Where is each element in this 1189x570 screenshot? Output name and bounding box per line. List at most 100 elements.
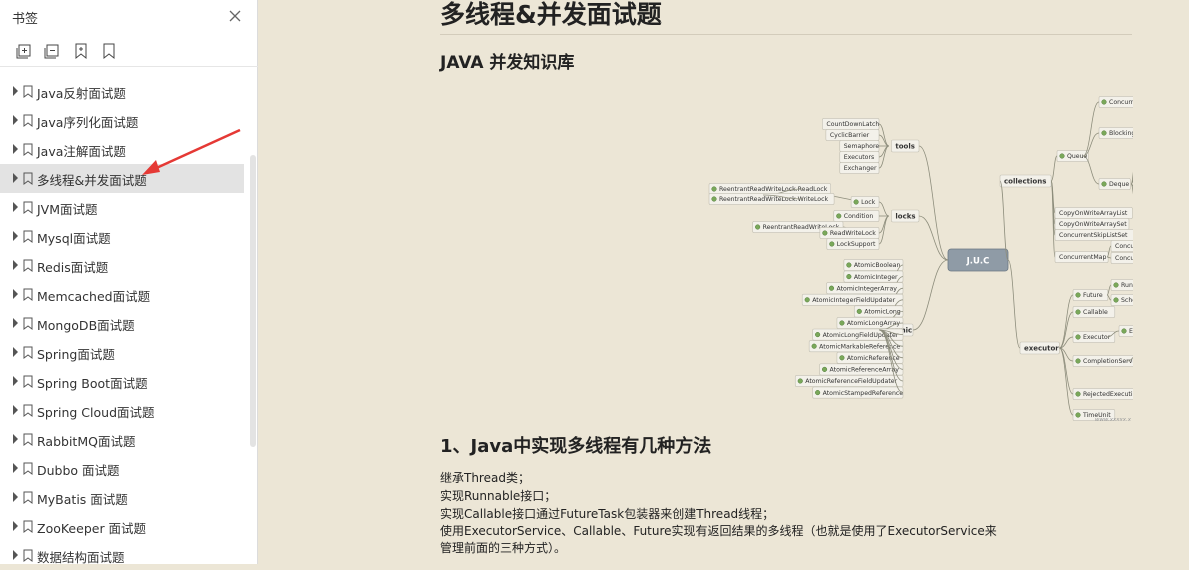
bookmark-item[interactable]: 多线程&并发面试题 — [0, 164, 244, 193]
node-dot-icon — [1113, 297, 1119, 303]
mindmap-node-label: AtomicIntegerFieldUpdater — [812, 297, 895, 304]
mindmap-node-label: CopyOnWriteArraySet — [1059, 221, 1127, 228]
bookmark-icon[interactable] — [100, 42, 118, 60]
mindmap-node-label: Executor — [1083, 334, 1111, 341]
bookmark-item[interactable]: ZooKeeper 面试题 — [0, 512, 244, 541]
bookmark-item[interactable]: Mysql面试题 — [0, 222, 244, 251]
bookmark-item[interactable]: RabbitMQ面试题 — [0, 425, 244, 454]
node-dot-icon — [839, 355, 845, 361]
bookmark-item[interactable]: Spring面试题 — [0, 338, 244, 367]
bookmark-label: MyBatis 面试题 — [37, 492, 128, 507]
node-dot-icon — [815, 332, 821, 338]
bookmark-icon — [23, 404, 33, 417]
mindmap-node-label: CyclicBarrier — [830, 132, 870, 139]
bookmark-item[interactable]: Redis面试题 — [0, 251, 244, 280]
expand-arrow-icon[interactable] — [13, 347, 18, 357]
expand-arrow-icon[interactable] — [13, 173, 18, 183]
mindmap-node-label: AtomicReferenceFieldUpdater — [805, 378, 897, 385]
mindmap-link — [1082, 101, 1100, 157]
mindmap-link — [878, 215, 890, 245]
node-dot-icon — [1075, 334, 1081, 340]
expand-arrow-icon[interactable] — [13, 434, 18, 444]
bookmark-label: ZooKeeper 面试题 — [37, 521, 147, 536]
bookmark-label: Spring Cloud面试题 — [37, 405, 155, 420]
bookmark-item[interactable]: Java反射面试题 — [0, 77, 244, 106]
mindmap-node-label: Semaphore — [844, 143, 880, 150]
bookmark-icon — [23, 346, 33, 359]
mindmap-node-label: Future — [1083, 292, 1103, 299]
expand-arrow-icon[interactable] — [13, 289, 18, 299]
node-dot-icon — [1101, 181, 1107, 187]
mindmap-node-label: Condition — [844, 213, 874, 220]
mindmap-node-label: ConcurrentSkipListSet — [1059, 232, 1128, 239]
mindmap-node-label: ReadWriteLock — [830, 230, 876, 237]
mindmap-node-label: AtomicIntegerArray — [837, 285, 898, 292]
bookmark-label: Java注解面试题 — [37, 144, 126, 159]
collapse-all-icon[interactable] — [44, 42, 62, 60]
expand-arrow-icon[interactable] — [13, 115, 18, 125]
bookmark-label: 数据结构面试题 — [37, 550, 125, 565]
expand-arrow-icon[interactable] — [13, 521, 18, 531]
bookmark-item[interactable]: 数据结构面试题 — [0, 541, 244, 570]
bookmark-item[interactable]: Spring Cloud面试题 — [0, 396, 244, 425]
mindmap-link — [878, 201, 890, 217]
mindmap-link — [918, 145, 949, 261]
expand-arrow-icon[interactable] — [13, 405, 18, 415]
bookmark-item[interactable]: JVM面试题 — [0, 193, 244, 222]
expand-arrow-icon[interactable] — [13, 260, 18, 270]
expand-arrow-icon[interactable] — [13, 202, 18, 212]
bookmark-item[interactable]: MongoDB面试题 — [0, 309, 244, 338]
bookmark-label: Mysql面试题 — [37, 231, 111, 246]
bookmark-item[interactable]: Java序列化面试题 — [0, 106, 244, 135]
node-dot-icon — [836, 213, 842, 219]
mindmap-node-label: ConcurrentMap — [1059, 254, 1106, 261]
mindmap-link — [1050, 155, 1058, 182]
expand-arrow-icon[interactable] — [13, 86, 18, 96]
mindmap-node-label: ReentrantReadWriteLock.ReadLock — [719, 186, 828, 193]
expand-arrow-icon[interactable] — [13, 144, 18, 154]
juc-mindmap: J.U.Ctoolslocksaotmiccollectionsexecutor… — [708, 96, 1133, 423]
node-dot-icon — [711, 196, 717, 202]
node-dot-icon — [1121, 328, 1127, 334]
mindmap-node-label: CopyOnWriteArrayList — [1059, 210, 1128, 217]
mindmap-node-label: Deque — [1109, 181, 1129, 188]
mindmap-center-label: J.U.C — [966, 257, 990, 267]
expand-arrow-icon[interactable] — [13, 463, 18, 473]
bookmark-item[interactable]: MyBatis 面试题 — [0, 483, 244, 512]
expand-arrow-icon[interactable] — [13, 492, 18, 502]
bookmark-item[interactable]: Dubbo 面试题 — [0, 454, 244, 483]
title-divider — [440, 34, 1132, 35]
bookmark-label: Spring面试题 — [37, 347, 115, 362]
bookmark-label: Memcached面试题 — [37, 289, 151, 304]
mindmap-link — [999, 180, 1009, 261]
expand-arrow-icon[interactable] — [13, 318, 18, 328]
mindmap-node-label: CountDownLatch — [826, 121, 879, 128]
bookmark-icon — [23, 520, 33, 533]
mindmap-node-label: LockSupport — [837, 241, 876, 248]
mindmap-node-label: AtomicBoolean — [854, 262, 901, 269]
expand-all-icon[interactable] — [16, 42, 34, 60]
node-dot-icon — [815, 390, 821, 396]
section-heading: 1、Java中实现多线程有几种方法 — [440, 436, 712, 457]
mindmap-node-label: AtomicStampedReference — [823, 390, 904, 397]
mindmap-link — [918, 215, 949, 261]
mindmap-node-label: ExecutorService — [1129, 328, 1133, 335]
bookmark-item[interactable]: Memcached面试题 — [0, 280, 244, 309]
mindmap-node-label: RejectedExecutionHandler — [1083, 391, 1133, 398]
bookmark-item[interactable]: Spring Boot面试题 — [0, 367, 244, 396]
expand-arrow-icon[interactable] — [13, 231, 18, 241]
node-dot-icon — [839, 320, 845, 326]
bookmark-label: Dubbo 面试题 — [37, 463, 120, 478]
bookmark-item[interactable]: Java注解面试题 — [0, 135, 244, 164]
node-dot-icon — [755, 224, 761, 230]
bookmark-icon — [23, 549, 33, 562]
paragraph-line: 管理前面的三种方式）。 — [440, 541, 567, 555]
close-icon[interactable] — [228, 9, 242, 23]
add-bookmark-icon[interactable] — [72, 42, 90, 60]
node-dot-icon — [1075, 292, 1081, 298]
expand-arrow-icon[interactable] — [13, 550, 18, 560]
expand-arrow-icon[interactable] — [13, 376, 18, 386]
sidebar-scrollbar[interactable] — [250, 155, 256, 447]
bookmark-icon — [23, 375, 33, 388]
node-dot-icon — [1101, 130, 1107, 136]
